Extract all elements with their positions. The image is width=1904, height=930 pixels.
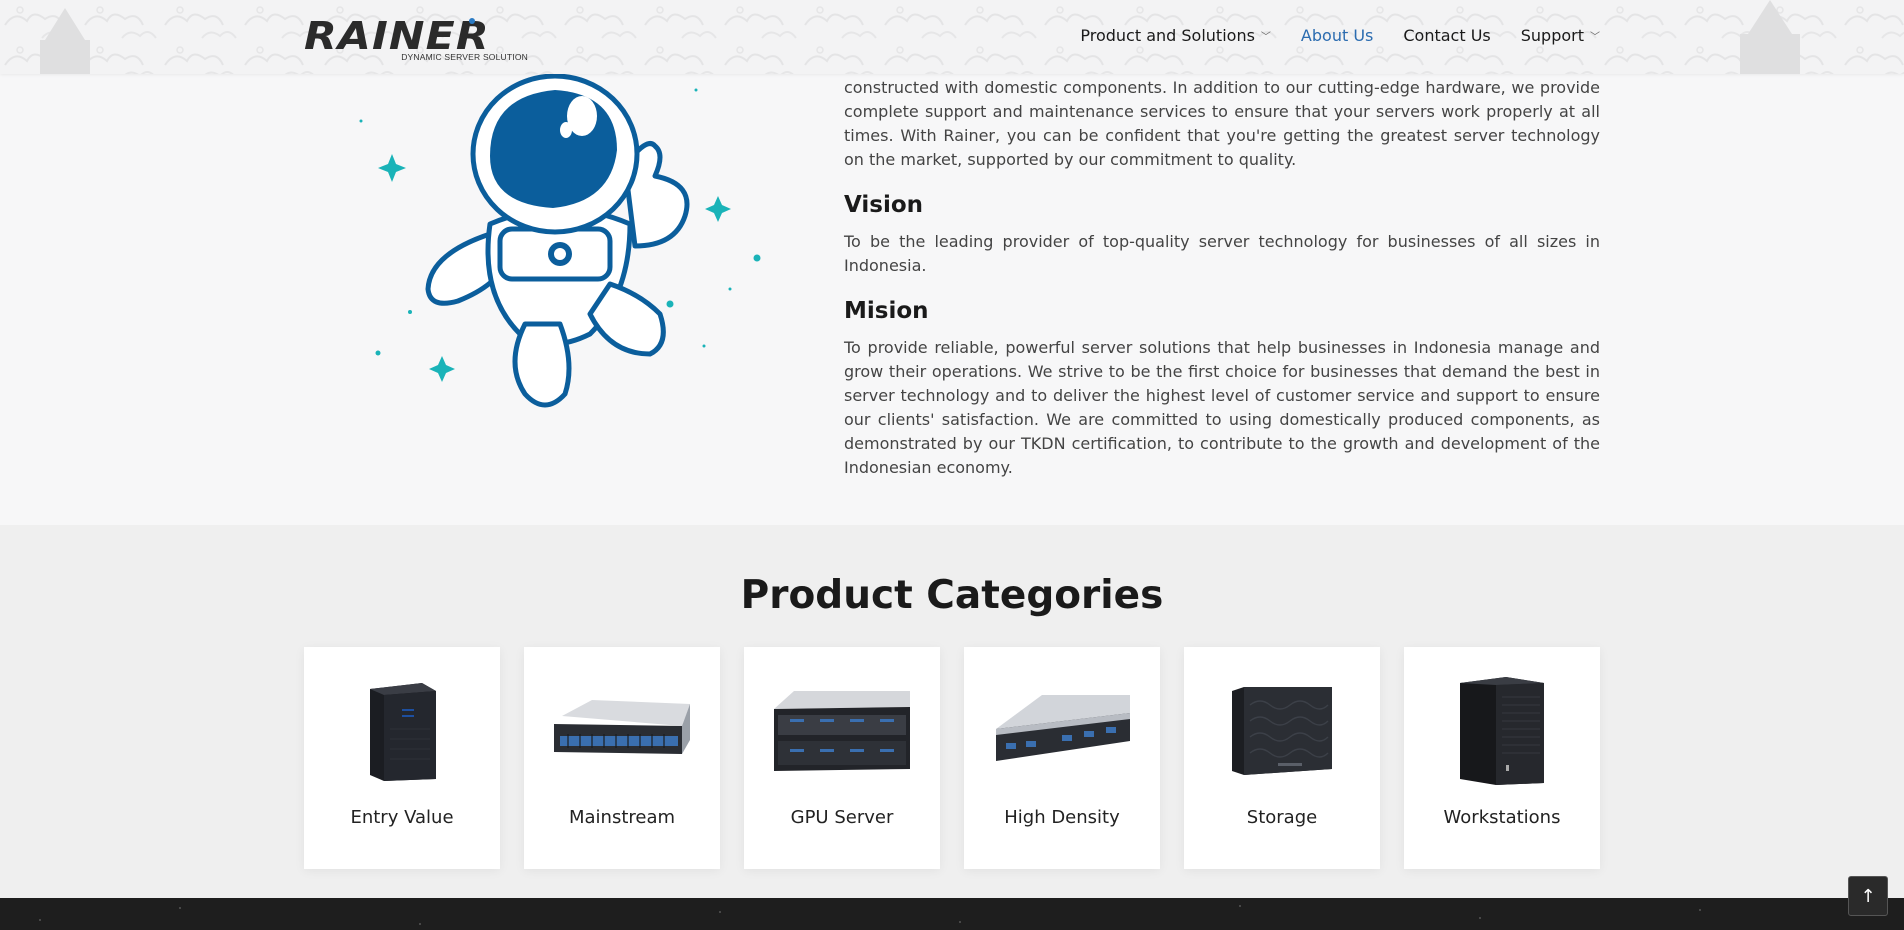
nav-product-and-solutions[interactable]: Product and Solutions ﹀: [1080, 26, 1271, 45]
logo-tagline: DYNAMIC SERVER SOLUTION: [401, 52, 528, 62]
gpu-server-icon: [774, 691, 910, 771]
workstation-tower-icon: [1460, 677, 1544, 785]
about-section: constructed with domestic components. In…: [0, 74, 1904, 525]
back-to-top-button[interactable]: ↑: [1848, 876, 1888, 916]
site-header: RAINER DYNAMIC SERVER SOLUTION Product a…: [0, 0, 1904, 74]
logo-accent-dot: [469, 18, 475, 24]
header-pattern-decoration: [0, 0, 1904, 74]
nav-about-us[interactable]: About Us: [1301, 26, 1373, 45]
main-nav: Product and Solutions ﹀ About Us Contact…: [1080, 26, 1600, 45]
site-footer: [0, 898, 1904, 930]
categories-title: Product Categories: [740, 573, 1164, 618]
arrow-up-icon: ↑: [1860, 885, 1876, 907]
category-card-entry-value[interactable]: Entry Value: [304, 647, 500, 869]
rainer-logo[interactable]: RAINER DYNAMIC SERVER SOLUTION: [304, 14, 530, 62]
category-label: High Density: [1004, 807, 1120, 828]
astronaut-illustration: [359, 74, 761, 408]
category-card-mainstream[interactable]: Mainstream: [524, 647, 720, 869]
nav-support[interactable]: Support ﹀: [1521, 26, 1600, 45]
category-label: Mainstream: [568, 807, 676, 828]
mission-paragraph: To provide reliable, powerful server sol…: [844, 338, 1600, 477]
category-card-high-density[interactable]: High Density: [964, 647, 1160, 869]
category-label: Storage: [1246, 807, 1318, 828]
storage-cube-icon: [1232, 687, 1332, 775]
nav-label: Support: [1520, 26, 1584, 45]
nav-label: About Us: [1300, 26, 1374, 45]
about-intro-paragraph: constructed with domestic components. In…: [844, 78, 1600, 169]
nav-contact-us[interactable]: Contact Us: [1403, 26, 1490, 45]
category-label: Entry Value: [350, 807, 454, 828]
chevron-down-icon: ﹀: [1590, 32, 1600, 43]
chevron-down-icon: ﹀: [1260, 32, 1271, 43]
high-density-server-icon: [996, 695, 1130, 761]
vision-paragraph: To be the leading provider of top-qualit…: [844, 232, 1600, 275]
category-card-workstations[interactable]: Workstations: [1404, 647, 1600, 869]
footer-star-pattern: [39, 905, 1701, 925]
nav-label: Product and Solutions: [1080, 26, 1255, 45]
vision-heading: Vision: [844, 192, 924, 218]
rack-server-2u-icon: [554, 700, 690, 754]
category-label: Workstations: [1443, 807, 1561, 828]
category-cards: Entry Value Mainstream GPU Server High D…: [304, 647, 1600, 869]
nav-label: Contact Us: [1403, 26, 1491, 45]
mission-heading: Mision: [844, 298, 929, 324]
about-text-block: constructed with domestic components. In…: [844, 74, 1600, 480]
category-card-gpu-server[interactable]: GPU Server: [744, 647, 940, 869]
category-card-storage[interactable]: Storage: [1184, 647, 1380, 869]
tower-server-icon: [370, 683, 436, 781]
product-categories-section: Product Categories Entry Value Mainstrea…: [0, 525, 1904, 898]
category-label: GPU Server: [790, 807, 894, 828]
